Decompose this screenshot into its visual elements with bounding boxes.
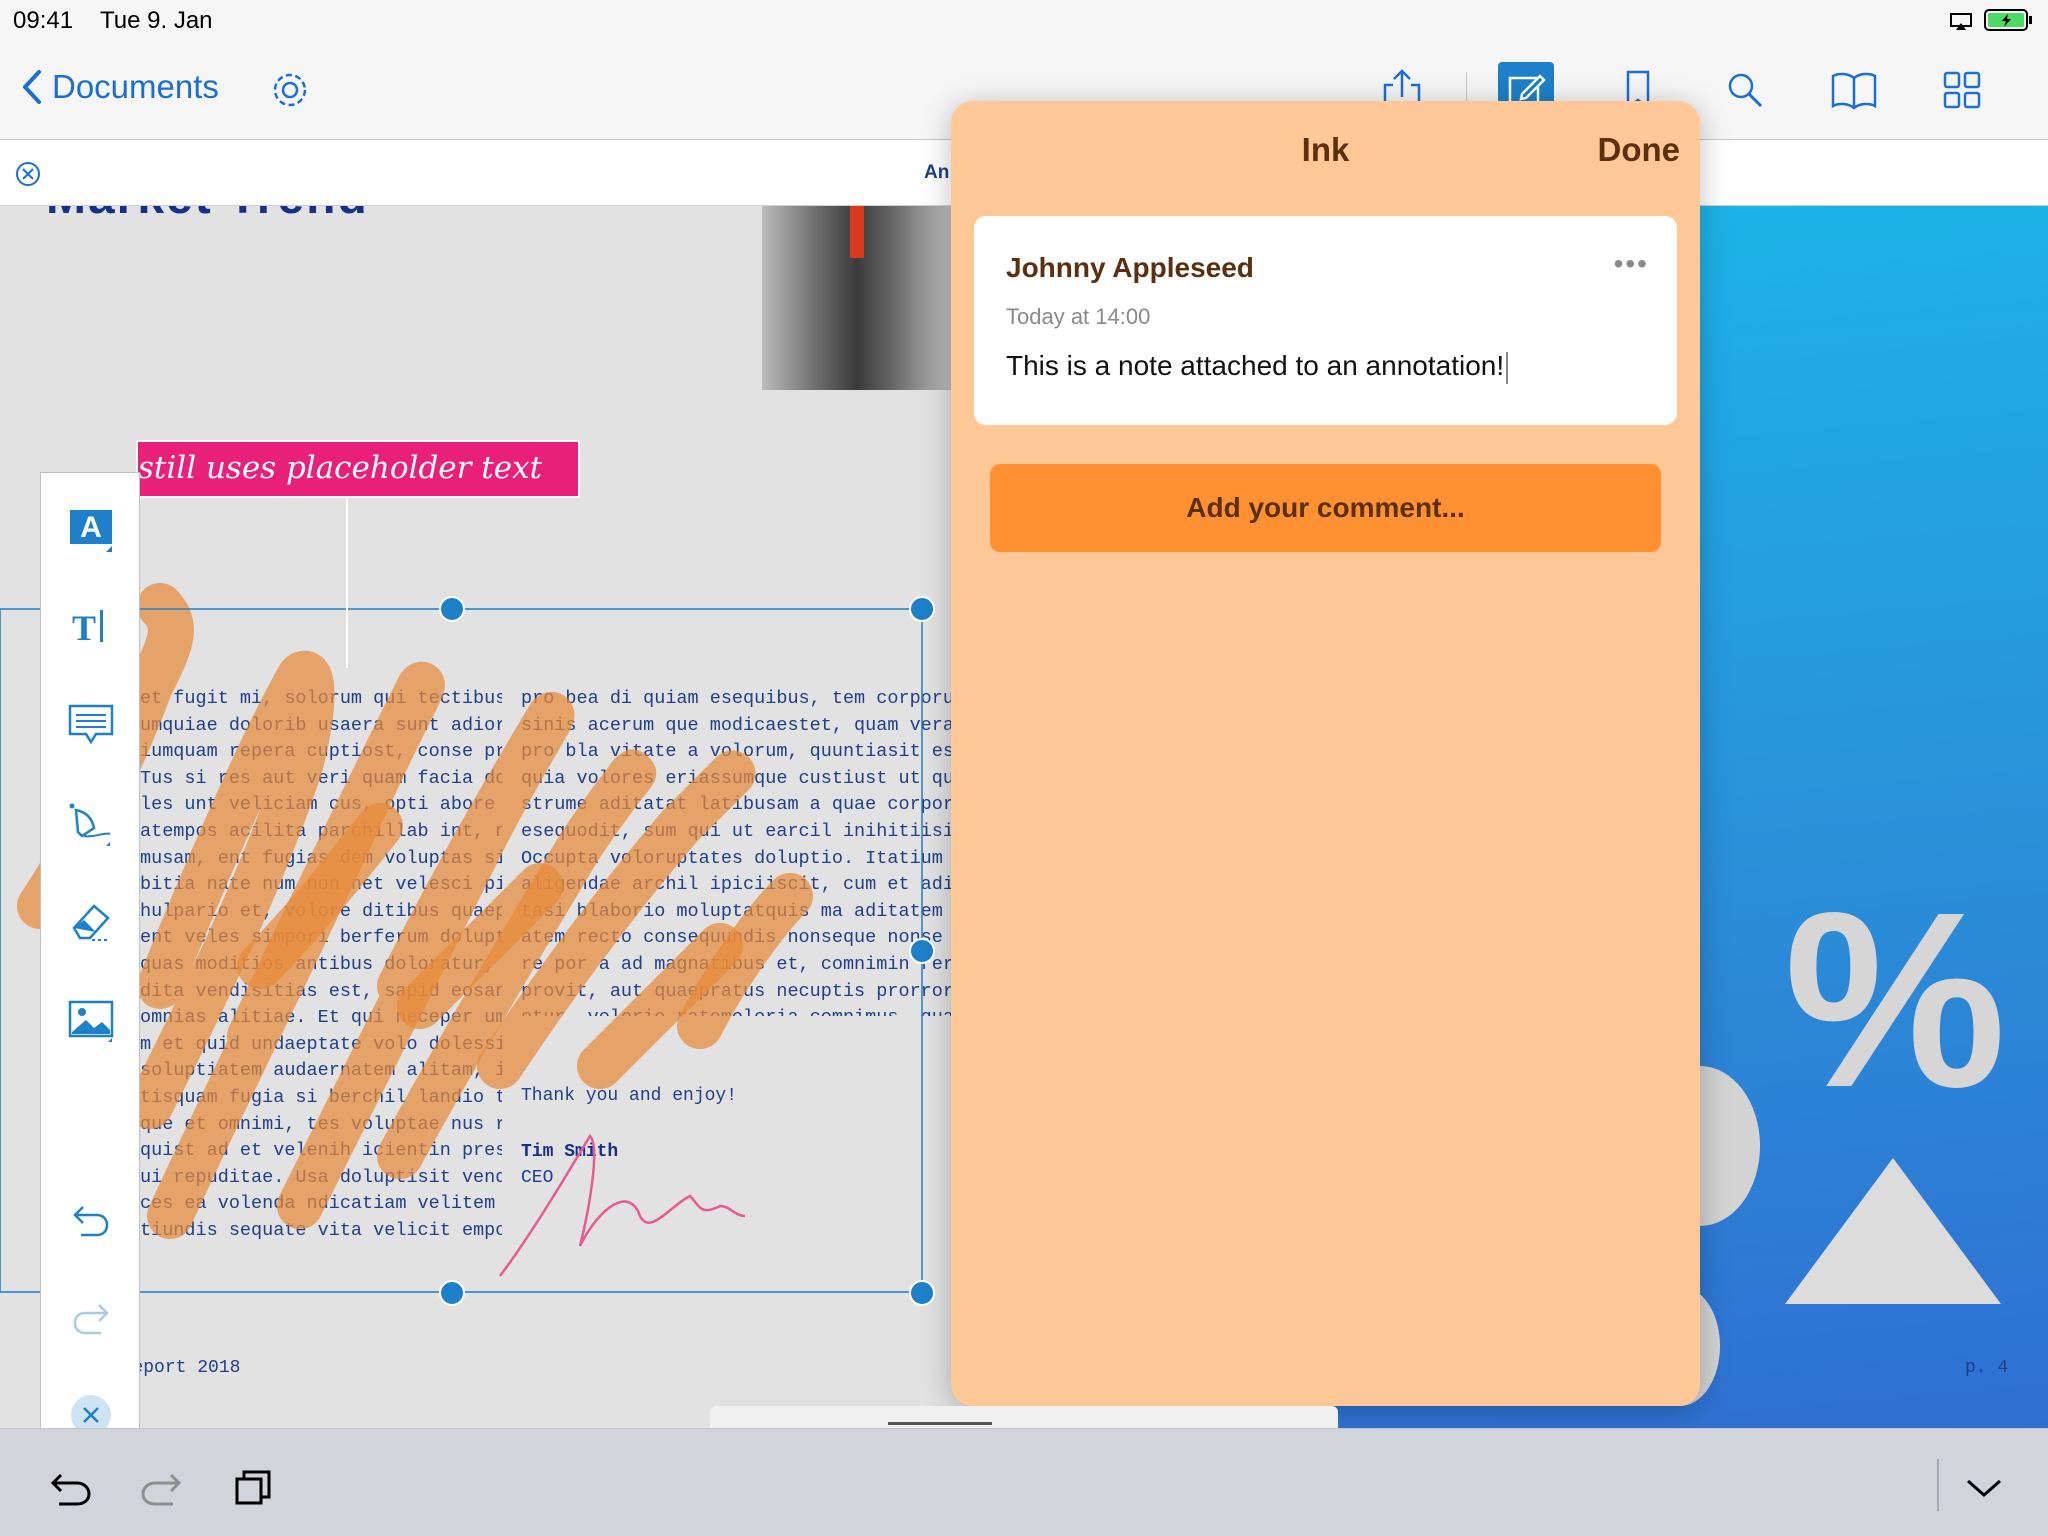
note-timestamp: Today at 14:00 <box>1006 304 1151 329</box>
eraser-icon[interactable] <box>59 889 123 953</box>
text-cursor <box>1506 351 1509 384</box>
text-highlight-icon[interactable]: A <box>59 497 123 561</box>
copy-icon[interactable] <box>230 1463 278 1511</box>
placeholder-callout[interactable]: still uses placeholder text <box>136 440 580 498</box>
ink-annotation-popover: Ink Done Johnny Appleseed ••• Today at 1… <box>951 101 1700 1406</box>
undo-icon[interactable] <box>59 1187 123 1251</box>
note-author: Johnny Appleseed <box>1006 252 1254 283</box>
page-title: Market Trend <box>46 206 369 225</box>
signer-name: Tim Smith <box>521 1142 619 1162</box>
popover-title: Ink <box>1301 131 1350 168</box>
callout-connector <box>346 498 348 668</box>
airplay-icon <box>1950 10 1972 38</box>
redo-icon[interactable] <box>138 1463 186 1511</box>
status-time: 09:41 <box>13 7 74 34</box>
status-bar: 09:41 Tue 9. Jan <box>0 0 2048 40</box>
note-text: This is a note attached to an annotation… <box>1006 350 1505 381</box>
annotation-bar-title: An <box>924 162 950 183</box>
closing-text: Thank you and enjoy! <box>521 1086 738 1106</box>
annotation-tool-palette: A T <box>40 472 140 1428</box>
ink-pen-icon[interactable] <box>59 791 123 855</box>
add-comment-button[interactable]: Add your comment... <box>990 464 1661 552</box>
reader-icon[interactable] <box>1826 62 1882 118</box>
body-text-column-1: et fugit mi, solorum qui tectibus a cor … <box>140 688 502 1241</box>
selection-handle <box>909 596 935 622</box>
settings-icon[interactable] <box>262 62 318 118</box>
signer-role: CEO <box>521 1168 554 1188</box>
toolbar-divider <box>1937 1459 1939 1511</box>
search-icon[interactable] <box>1717 62 1773 118</box>
scroll-thumb[interactable] <box>888 1422 992 1425</box>
body-text-column-2: pro bea di quiam esequibus, tem corporun… <box>521 688 951 1016</box>
selection-handle <box>439 596 465 622</box>
undo-icon[interactable] <box>46 1463 94 1511</box>
status-date: Tue 9. Jan <box>100 7 213 34</box>
selection-handle <box>909 1280 935 1306</box>
close-toolbar-icon[interactable] <box>59 1383 123 1428</box>
thumbnails-icon[interactable] <box>1934 62 1990 118</box>
percent-graphic: % <box>1784 860 2007 1139</box>
chevron-down-icon[interactable] <box>1960 1463 2008 1511</box>
back-button[interactable]: Documents <box>22 68 219 106</box>
note-text-field[interactable]: This is a note attached to an annotation… <box>1006 350 1509 384</box>
photo-image <box>762 206 952 390</box>
triangle-graphic <box>1785 1158 2001 1304</box>
back-button-label: Documents <box>52 68 219 105</box>
image-icon[interactable] <box>59 987 123 1051</box>
selection-handle <box>439 1280 465 1306</box>
battery-icon <box>1984 8 2034 39</box>
done-button[interactable]: Done <box>1598 131 1681 169</box>
more-options-button[interactable]: ••• <box>1614 248 1649 280</box>
page-scroller[interactable] <box>710 1406 1338 1428</box>
close-circle-icon[interactable] <box>14 160 42 193</box>
note-card: Johnny Appleseed ••• Today at 14:00 This… <box>974 216 1677 425</box>
chevron-left-icon <box>23 70 41 104</box>
page-number: p. 4 <box>1965 1358 2009 1378</box>
free-text-icon[interactable]: T <box>59 595 123 659</box>
svg-text:A: A <box>80 511 102 544</box>
note-icon[interactable] <box>59 693 123 757</box>
redo-icon[interactable] <box>59 1285 123 1349</box>
svg-text:T: T <box>72 608 96 648</box>
bottom-toolbar <box>0 1428 2048 1536</box>
